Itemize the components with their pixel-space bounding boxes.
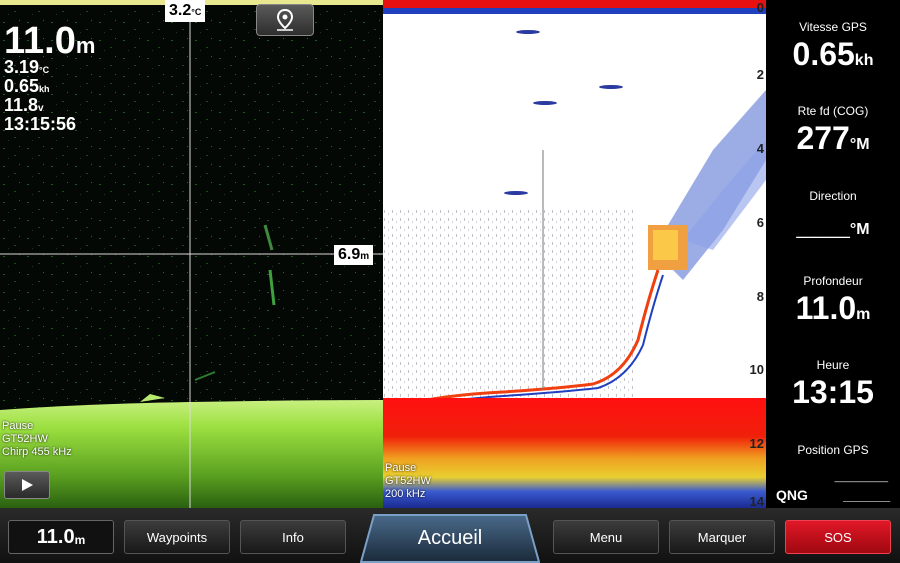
depth-scale-6: 6: [756, 215, 764, 230]
gps-position-line1: ______: [834, 467, 888, 484]
left-status-text: Pause GT52HW Chirp 455 kHz: [2, 420, 72, 458]
time-readout: 13:15:56: [4, 114, 77, 134]
data-fields-sidebar: Vitesse GPS 0.65kh Rte fd (COG) 277°M Di…: [766, 0, 900, 508]
traditional-sonar-panel[interactable]: 0 2 4 6 8 10 12 14 Pause GT52HW 200 kHz: [383, 0, 766, 508]
field-time: Heure 13:15: [792, 358, 874, 410]
gps-position-line2: QNG ______: [776, 487, 890, 503]
home-button[interactable]: Accueil: [360, 514, 540, 563]
play-icon: [22, 479, 33, 491]
depth-scale-0: 0: [756, 0, 764, 15]
water-temp-readout: 3.19°C: [4, 57, 50, 77]
sonar-echo-image: [383, 0, 766, 508]
right-status-text: Pause GT52HW 200 kHz: [385, 462, 431, 500]
speed-readout: 0.65kh: [4, 76, 50, 96]
mark-button[interactable]: Marquer: [669, 520, 775, 554]
menu-button[interactable]: Menu: [553, 520, 659, 554]
depth-scale-10: 10: [749, 362, 764, 377]
depth-scale-8: 8: [756, 289, 764, 304]
depth-scale-2: 2: [756, 67, 764, 82]
bottom-toolbar: 11.0 m Waypoints Info Accueil Menu Marque…: [0, 508, 900, 563]
voltage-readout: 11.8v: [4, 95, 44, 115]
depth-scale-14: 14: [749, 494, 764, 508]
sos-button[interactable]: SOS: [785, 520, 891, 554]
waypoint-pin-button[interactable]: [256, 4, 314, 36]
depth-readout: 11.0m: [4, 20, 96, 62]
field-direction: Direction ___°M: [796, 189, 870, 241]
waypoints-button[interactable]: Waypoints: [124, 520, 230, 554]
field-gps-speed: Vitesse GPS 0.65kh: [792, 20, 874, 72]
field-depth: Profondeur 11.0m: [795, 274, 871, 326]
depth-display: 11.0 m: [8, 520, 114, 554]
map-pin-icon: [276, 9, 294, 31]
play-button[interactable]: [4, 471, 50, 499]
downvu-sonar-panel[interactable]: 11.0m 3.19°C 0.65kh 11.8v 13:15:56 3.2°C…: [0, 0, 383, 508]
info-button[interactable]: Info: [240, 520, 346, 554]
crosshair-depth-label: 6.9m: [334, 245, 374, 265]
home-button-label: Accueil: [417, 527, 483, 549]
field-gps-position: Position GPS ______ QNG ______: [766, 443, 900, 503]
depth-scale-4: 4: [756, 141, 764, 156]
depth-scale-12: 12: [749, 436, 764, 451]
field-cog: Rte fd (COG) 277°M: [796, 104, 870, 156]
crosshair-temp-label: 3.2°C: [165, 0, 206, 22]
